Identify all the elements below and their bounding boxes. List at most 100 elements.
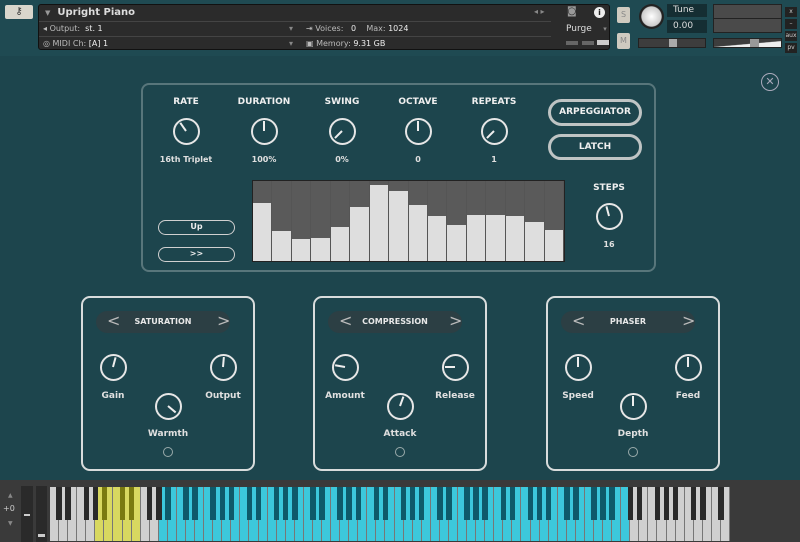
black-key[interactable]: [319, 487, 325, 520]
octave-shift[interactable]: +0: [3, 504, 15, 513]
step-value-bar[interactable]: [389, 191, 408, 261]
black-key[interactable]: [310, 487, 316, 520]
prev-effect-icon[interactable]: <: [572, 311, 585, 331]
octave-up-icon[interactable]: ▲: [8, 492, 13, 499]
step[interactable]: [544, 181, 564, 261]
prev-next-arrows[interactable]: ◂ ▸: [534, 7, 545, 16]
info-icon[interactable]: i: [594, 7, 605, 18]
swing-knob[interactable]: [328, 117, 356, 145]
step-value-bar[interactable]: [311, 237, 330, 261]
black-key[interactable]: [228, 487, 235, 520]
black-key[interactable]: [92, 487, 99, 520]
step[interactable]: [525, 181, 545, 261]
black-key[interactable]: [591, 487, 597, 520]
step-value-bar[interactable]: [291, 239, 311, 261]
pv-button[interactable]: pv: [785, 43, 797, 53]
depth-knob[interactable]: [619, 392, 647, 420]
black-key[interactable]: [210, 487, 216, 520]
step[interactable]: [350, 181, 370, 261]
black-key[interactable]: [691, 487, 697, 520]
black-key[interactable]: [400, 487, 407, 520]
solo-button[interactable]: S: [617, 7, 630, 23]
minimize-button[interactable]: –: [785, 19, 797, 29]
black-key[interactable]: [437, 487, 443, 520]
output-knob[interactable]: [209, 353, 237, 381]
tune-knob[interactable]: [639, 4, 664, 29]
step-value-bar[interactable]: [272, 230, 291, 261]
black-key[interactable]: [464, 487, 470, 520]
step[interactable]: [330, 181, 351, 261]
mod-wheel[interactable]: [36, 486, 47, 542]
black-key[interactable]: [536, 487, 543, 520]
black-key[interactable]: [128, 487, 135, 520]
close-icon[interactable]: ✕: [761, 73, 779, 91]
purge-menu[interactable]: Purge ▾: [566, 22, 607, 36]
step-value-bar[interactable]: [447, 225, 466, 261]
black-key[interactable]: [419, 487, 425, 520]
step[interactable]: [311, 181, 331, 261]
compression-power-led[interactable]: [395, 447, 405, 457]
black-key[interactable]: [700, 487, 706, 520]
pan-slider[interactable]: [638, 38, 706, 48]
black-key[interactable]: [292, 487, 298, 520]
black-key[interactable]: [718, 487, 724, 520]
close-instrument-button[interactable]: x: [785, 7, 797, 17]
black-key[interactable]: [337, 487, 343, 520]
black-key[interactable]: [636, 487, 643, 520]
step[interactable]: [369, 181, 390, 261]
attack-knob[interactable]: [386, 392, 414, 420]
black-key[interactable]: [672, 487, 679, 520]
duration-knob[interactable]: [250, 117, 278, 145]
step-value-bar[interactable]: [505, 216, 525, 261]
black-key[interactable]: [609, 487, 615, 520]
black-key[interactable]: [101, 487, 108, 520]
arpeggiator-button[interactable]: ARPEGGIATOR: [548, 99, 642, 126]
black-key[interactable]: [346, 487, 352, 520]
step-value-bar[interactable]: [408, 205, 427, 261]
black-key[interactable]: [156, 487, 162, 520]
phaser-power-led[interactable]: [628, 447, 638, 457]
step[interactable]: [466, 181, 487, 261]
black-key[interactable]: [663, 487, 670, 520]
piano-keyboard[interactable]: [50, 487, 730, 541]
black-key[interactable]: [573, 487, 579, 520]
direction-button[interactable]: Up: [158, 220, 235, 235]
black-key[interactable]: [273, 487, 280, 520]
step[interactable]: [447, 181, 467, 261]
black-key[interactable]: [192, 487, 198, 520]
feed-knob[interactable]: [674, 353, 702, 381]
step[interactable]: [272, 181, 292, 261]
step[interactable]: [505, 181, 526, 261]
collapse-icon[interactable]: ▼: [45, 9, 50, 17]
tune-value[interactable]: 0.00: [667, 20, 707, 33]
amount-knob[interactable]: [331, 353, 359, 381]
warmth-knob[interactable]: [154, 392, 182, 420]
black-key[interactable]: [183, 487, 189, 520]
black-key[interactable]: [482, 487, 488, 520]
midi-channel-selector[interactable]: ◎ MIDI Ch: [A] 1: [43, 37, 108, 51]
wrench-icon[interactable]: ⚷: [5, 5, 33, 19]
step[interactable]: [408, 181, 428, 261]
prev-effect-icon[interactable]: <: [339, 311, 352, 331]
black-key[interactable]: [65, 487, 71, 520]
step[interactable]: [253, 181, 273, 261]
black-key[interactable]: [219, 487, 225, 520]
output-selector[interactable]: ◂ Output: st. 1: [43, 22, 103, 36]
black-key[interactable]: [246, 487, 253, 520]
prev-effect-icon[interactable]: <: [107, 311, 120, 331]
next-effect-icon[interactable]: >: [682, 311, 695, 331]
step-value-bar[interactable]: [350, 207, 369, 261]
black-key[interactable]: [83, 487, 89, 520]
black-key[interactable]: [473, 487, 479, 520]
black-key[interactable]: [355, 487, 361, 520]
pitch-wheel[interactable]: [21, 486, 33, 542]
step-value-bar[interactable]: [544, 229, 563, 261]
step-value-bar[interactable]: [369, 185, 389, 261]
black-key[interactable]: [527, 487, 534, 520]
next-effect-icon[interactable]: >: [217, 311, 230, 331]
step-sequencer[interactable]: [252, 180, 565, 262]
black-key[interactable]: [373, 487, 380, 520]
black-key[interactable]: [627, 487, 633, 520]
black-key[interactable]: [500, 487, 507, 520]
rate-knob[interactable]: [172, 117, 200, 145]
